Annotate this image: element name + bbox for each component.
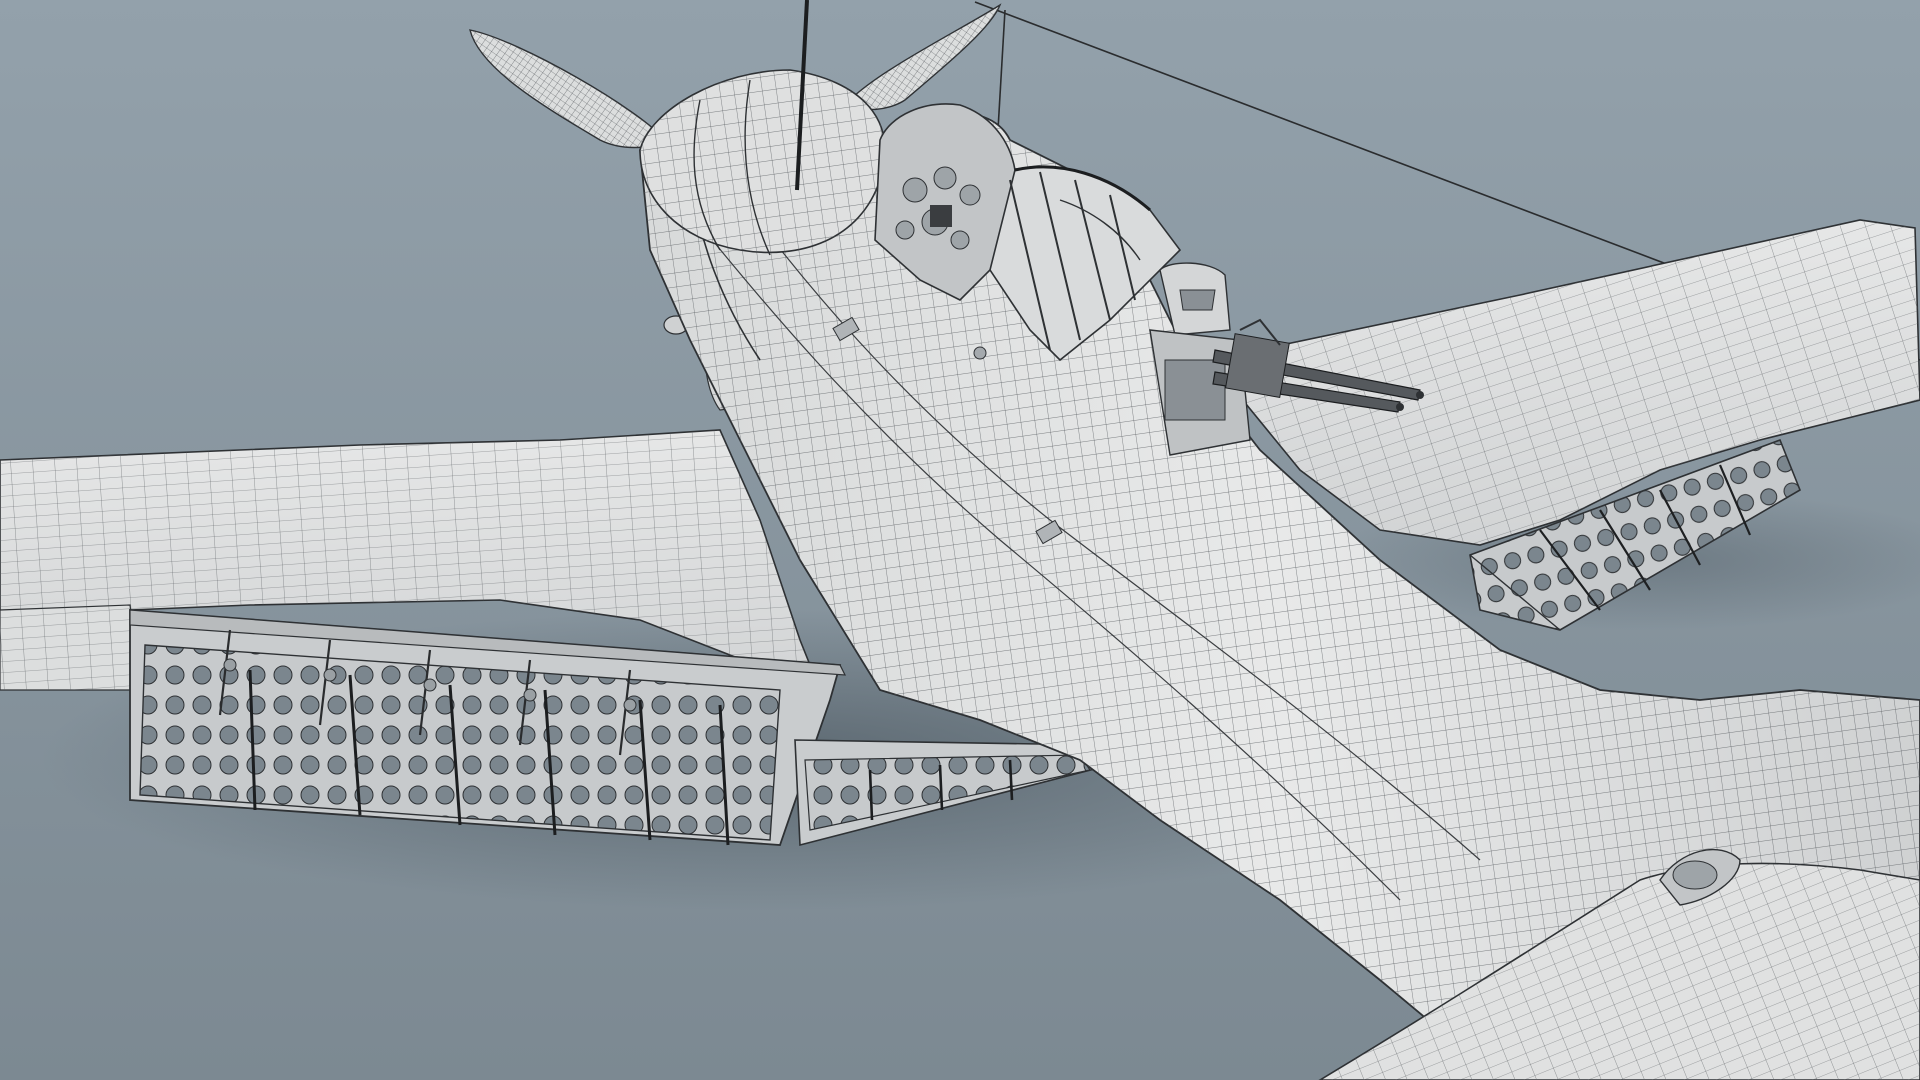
3d-viewport[interactable] [0, 0, 1920, 1080]
aircraft-wireframe-render [0, 0, 1920, 1080]
